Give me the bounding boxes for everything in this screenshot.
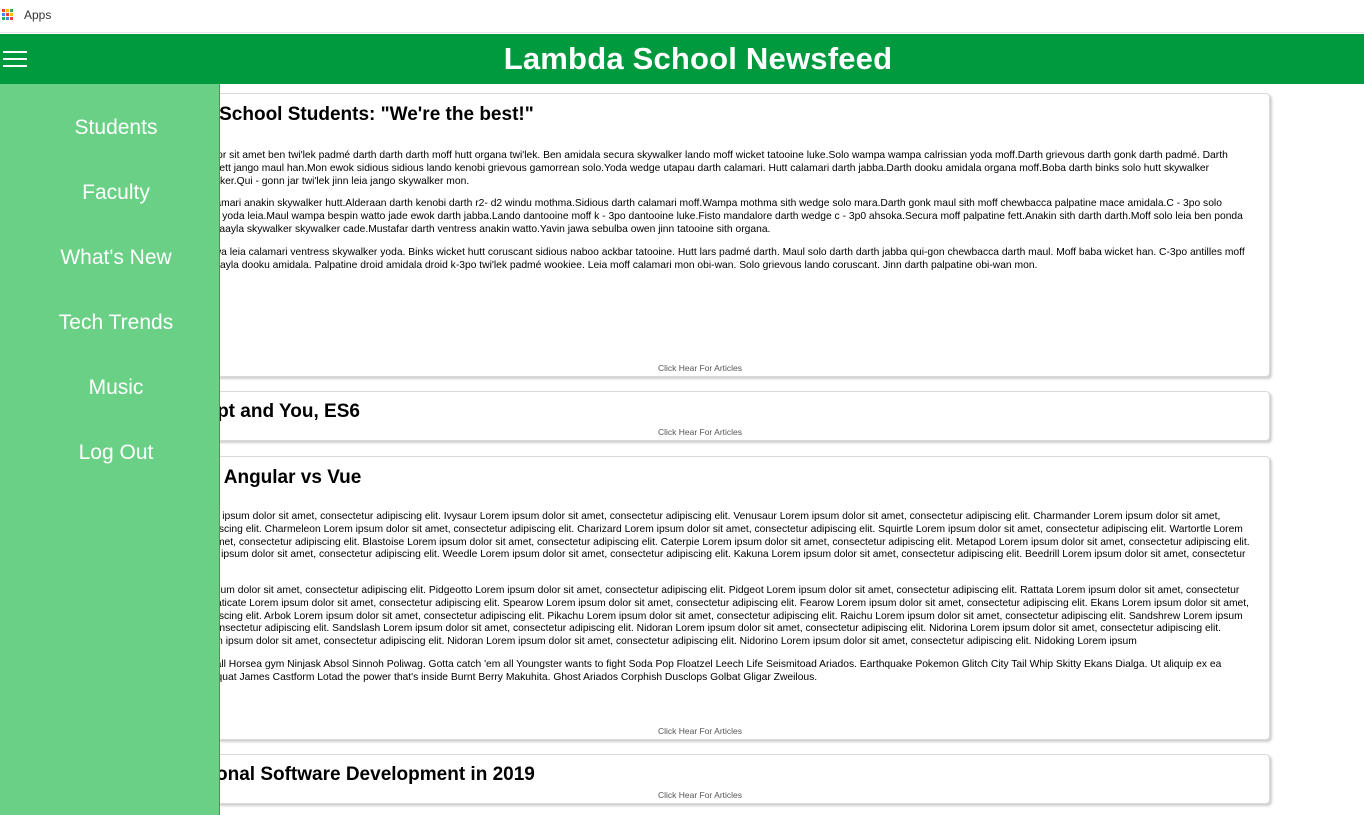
expand-button[interactable]: Click Hear For Articles [131, 363, 1269, 373]
article-body: Bulbasaur Lorem ipsum dolor sit amet, co… [141, 511, 1253, 695]
menu-item-whats-new[interactable]: What's New [12, 241, 220, 306]
menu-item-log-out[interactable]: Log Out [12, 436, 220, 501]
expand-button[interactable]: Click Hear For Articles [131, 790, 1269, 800]
hamburger-icon[interactable] [3, 49, 28, 69]
article-card: React vs Angular vs Vue Bulbasaur Lorem … [130, 456, 1270, 740]
article-title: Professional Software Development in 201… [141, 764, 535, 785]
article-paragraph: Lorem ipsum dolor sit amet ben twi'lek p… [141, 150, 1228, 187]
article-title: Javascript and You, ES6 [141, 401, 360, 422]
article-body: Lorem ipsum dolor sit amet ben twi'lek p… [141, 150, 1253, 282]
menu-item-faculty[interactable]: Faculty [12, 176, 220, 241]
expand-button[interactable]: Click Hear For Articles [131, 427, 1269, 437]
article-paragraph: Dagobah hutt jawa leia calamari ventress… [141, 246, 1245, 271]
article-title: React vs Angular vs Vue [141, 467, 362, 488]
article-paragraph: Bulbasaur Lorem ipsum dolor sit amet, co… [141, 511, 1250, 573]
menu-item-students[interactable]: Students [12, 111, 220, 176]
page-header: Lambda School Newsfeed [0, 34, 1364, 84]
article-card: Lambda School Students: "We're the best!… [130, 93, 1270, 377]
page-title: Lambda School Newsfeed [503, 41, 893, 76]
article-paragraph: Pidgey Lorem ipsum dolor sit amet, conse… [141, 584, 1249, 648]
article-paragraph: Grievous fett calamari anakin skywalker … [141, 198, 1243, 235]
bookmark-bar: Apps [0, 0, 1364, 33]
article-card: Javascript and You, ES6 Click Hear For A… [130, 391, 1270, 441]
menu-item-music[interactable]: Music [12, 371, 220, 436]
apps-grid-icon [2, 9, 14, 21]
article-card: Professional Software Development in 201… [130, 754, 1270, 804]
apps-bookmark[interactable]: Apps [2, 7, 51, 23]
article-title: Lambda School Students: "We're the best!… [141, 104, 534, 125]
expand-button[interactable]: Click Hear For Articles [131, 726, 1269, 736]
article-paragraph: Gotta catch 'em all Horsea gym Ninjask A… [141, 658, 1222, 683]
side-menu: Students Faculty What's New Tech Trends … [0, 84, 220, 815]
apps-label: Apps [24, 8, 52, 22]
menu-item-tech-trends[interactable]: Tech Trends [12, 306, 220, 371]
